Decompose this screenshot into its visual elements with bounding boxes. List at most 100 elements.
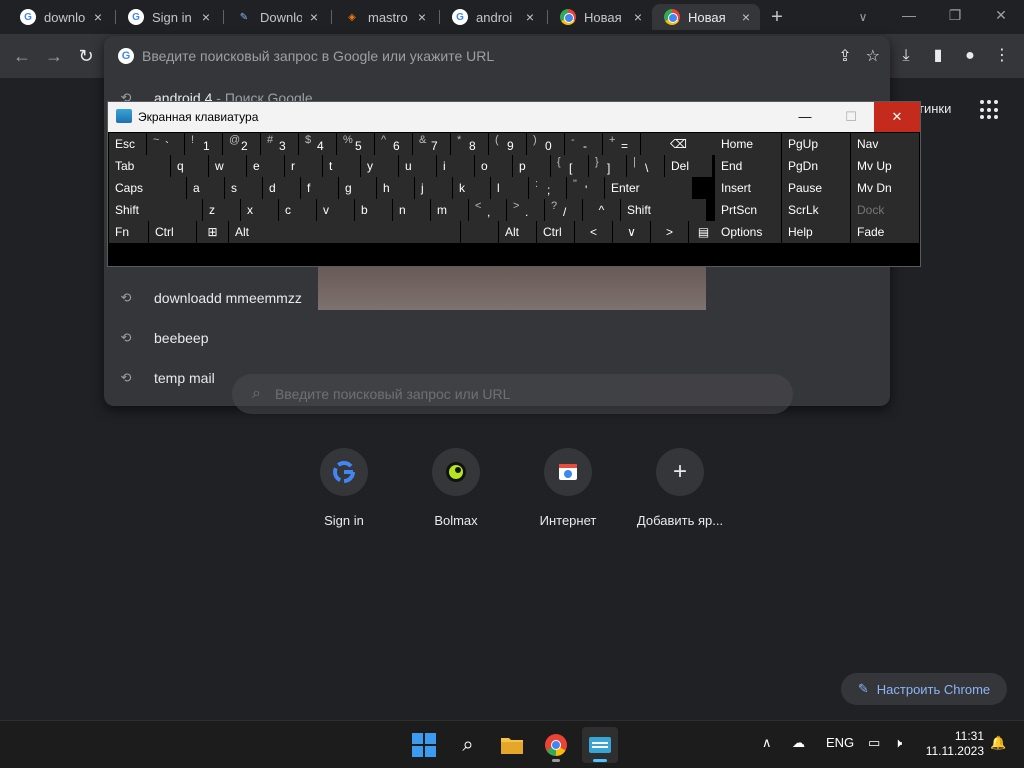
share-icon[interactable]: ⇪ xyxy=(838,46,851,66)
osk-key[interactable]: Shift xyxy=(109,199,202,221)
osk-key[interactable]: j xyxy=(415,177,452,199)
osk-key[interactable]: :; xyxy=(529,177,566,199)
osk-key[interactable]: b xyxy=(355,199,392,221)
close-icon[interactable]: × xyxy=(90,9,106,25)
osk-nav-key[interactable]: End xyxy=(715,155,781,177)
chrome-icon[interactable] xyxy=(538,727,574,763)
volume-muted-icon[interactable]: 🕨 xyxy=(894,735,902,751)
osk-key[interactable]: ⌫ xyxy=(641,133,716,155)
tab-4[interactable]: ◈ mastro × xyxy=(332,4,436,30)
shortcut-tile[interactable]: Bolmax xyxy=(400,448,512,538)
side-panel-icon[interactable]: ▮ xyxy=(926,44,950,68)
suggestion-item[interactable]: ⟲ downloadd mmeemmzz xyxy=(118,278,302,318)
osk-key[interactable]: v xyxy=(317,199,354,221)
osk-key[interactable]: ▤ xyxy=(689,221,718,243)
tab-1[interactable]: G downlo × xyxy=(8,4,112,30)
osk-key[interactable]: k xyxy=(453,177,490,199)
osk-key[interactable]: l xyxy=(491,177,528,199)
shortcut-tile[interactable]: + Добавить яр... xyxy=(624,448,736,538)
close-icon[interactable]: × xyxy=(522,9,538,25)
osk-nav-key[interactable]: Home xyxy=(715,133,781,155)
osk-key[interactable]: ) 0 xyxy=(527,133,564,155)
osk-key[interactable]: Del xyxy=(665,155,712,177)
chevron-down-icon[interactable]: ∨ xyxy=(852,6,874,28)
osk-key[interactable]: {[ xyxy=(551,155,588,177)
osk-key[interactable]: t xyxy=(323,155,360,177)
osk-nav-key[interactable]: Help xyxy=(782,221,850,243)
address-bar[interactable]: G Введите поисковый запрос в Google или … xyxy=(104,36,890,76)
network-icon[interactable]: ▭ xyxy=(868,735,880,751)
osk-key[interactable]: ⊞ xyxy=(197,221,228,243)
osk-key[interactable]: % 5 xyxy=(337,133,374,155)
osk-key[interactable]: r xyxy=(285,155,322,177)
search-icon[interactable]: ⌕ xyxy=(450,727,486,763)
images-link[interactable]: тинки xyxy=(918,101,951,116)
osk-key[interactable]: (9 xyxy=(489,133,526,155)
osk-key[interactable]: p xyxy=(513,155,550,177)
new-tab-button[interactable]: + xyxy=(766,6,788,28)
osk-key[interactable]: y xyxy=(361,155,398,177)
osk-key[interactable]: #3 xyxy=(261,133,298,155)
tab-7[interactable]: Новая × xyxy=(652,4,760,30)
osk-key[interactable]: > xyxy=(651,221,688,243)
osk-key[interactable]: <, xyxy=(469,199,506,221)
osk-nav-key[interactable]: PgUp xyxy=(782,133,850,155)
osk-nav-key[interactable]: ScrLk xyxy=(782,199,850,221)
start-button[interactable] xyxy=(406,727,442,763)
osk-nav-key[interactable]: Pause xyxy=(782,177,850,199)
close-icon[interactable]: × xyxy=(630,9,646,25)
download-icon[interactable]: ⤓ xyxy=(894,44,918,68)
minimize-icon[interactable]: — xyxy=(782,102,828,132)
osk-key[interactable]: < xyxy=(575,221,612,243)
osk-key[interactable]: e xyxy=(247,155,284,177)
language-indicator[interactable]: ENG xyxy=(826,735,854,750)
close-window-icon[interactable]: ✕ xyxy=(978,0,1024,30)
osk-key[interactable]: o xyxy=(475,155,512,177)
osk-nav-key[interactable]: PgDn xyxy=(782,155,850,177)
close-icon[interactable]: ✕ xyxy=(874,102,920,132)
reload-icon[interactable]: ↻ xyxy=(74,44,98,68)
osk-key[interactable]: Fn xyxy=(109,221,148,243)
osk-key[interactable]: }] xyxy=(589,155,626,177)
clock[interactable]: 11:31 11.11.2023 xyxy=(920,729,984,759)
bookmark-star-icon[interactable]: ☆ xyxy=(866,46,880,66)
osk-nav-key[interactable]: Dock xyxy=(851,199,919,221)
osk-key[interactable]: >. xyxy=(507,199,544,221)
back-icon[interactable]: ← xyxy=(10,44,34,68)
osk-key[interactable]: + = xyxy=(603,133,640,155)
close-icon[interactable]: × xyxy=(738,9,754,25)
osk-key[interactable]: ? / xyxy=(545,199,582,221)
chevron-up-icon[interactable]: ∧ xyxy=(762,735,772,751)
osk-key[interactable]: | \ xyxy=(627,155,664,177)
osk-nav-key[interactable]: Mv Up xyxy=(851,155,919,177)
close-icon[interactable]: × xyxy=(198,9,214,25)
tab-3[interactable]: ✎ Downlo × xyxy=(224,4,328,30)
osk-key[interactable]: d xyxy=(263,177,300,199)
osk-key[interactable]: Ctrl xyxy=(149,221,196,243)
osk-nav-key[interactable]: PrtScn xyxy=(715,199,781,221)
osk-key[interactable]: -- xyxy=(565,133,602,155)
osk-key[interactable]: c xyxy=(279,199,316,221)
osk-key[interactable]: " ' xyxy=(567,177,604,199)
osk-key[interactable]: i xyxy=(437,155,474,177)
osk-key[interactable]: x xyxy=(241,199,278,221)
osk-key[interactable]: h xyxy=(377,177,414,199)
osk-key[interactable]: f xyxy=(301,177,338,199)
osk-key[interactable]: $4 xyxy=(299,133,336,155)
osk-key[interactable]: & 7 xyxy=(413,133,450,155)
osk-key[interactable]: ! 1 xyxy=(185,133,222,155)
onedrive-offline-icon[interactable]: ☁ xyxy=(792,735,805,751)
osk-nav-key[interactable]: Options xyxy=(715,221,781,243)
customize-chrome-button[interactable]: ✎ Настроить Chrome xyxy=(841,673,1007,705)
restore-icon[interactable]: ❐ xyxy=(932,0,978,30)
profile-icon[interactable]: ● xyxy=(958,44,982,68)
ntp-search-box[interactable]: ⌕ Введите поисковый запрос или URL xyxy=(232,374,793,414)
osk-key[interactable]: a xyxy=(187,177,224,199)
tab-6[interactable]: Новая × xyxy=(548,4,652,30)
tab-5[interactable]: G androi × xyxy=(440,4,544,30)
osk-key[interactable]: Ctrl xyxy=(537,221,574,243)
osk-key[interactable]: n xyxy=(393,199,430,221)
notification-bell-icon[interactable]: 🔔 xyxy=(990,735,1006,751)
suggestion-item[interactable]: ⟲ beebeep xyxy=(118,318,209,358)
osk-nav-key[interactable]: Nav xyxy=(851,133,919,155)
